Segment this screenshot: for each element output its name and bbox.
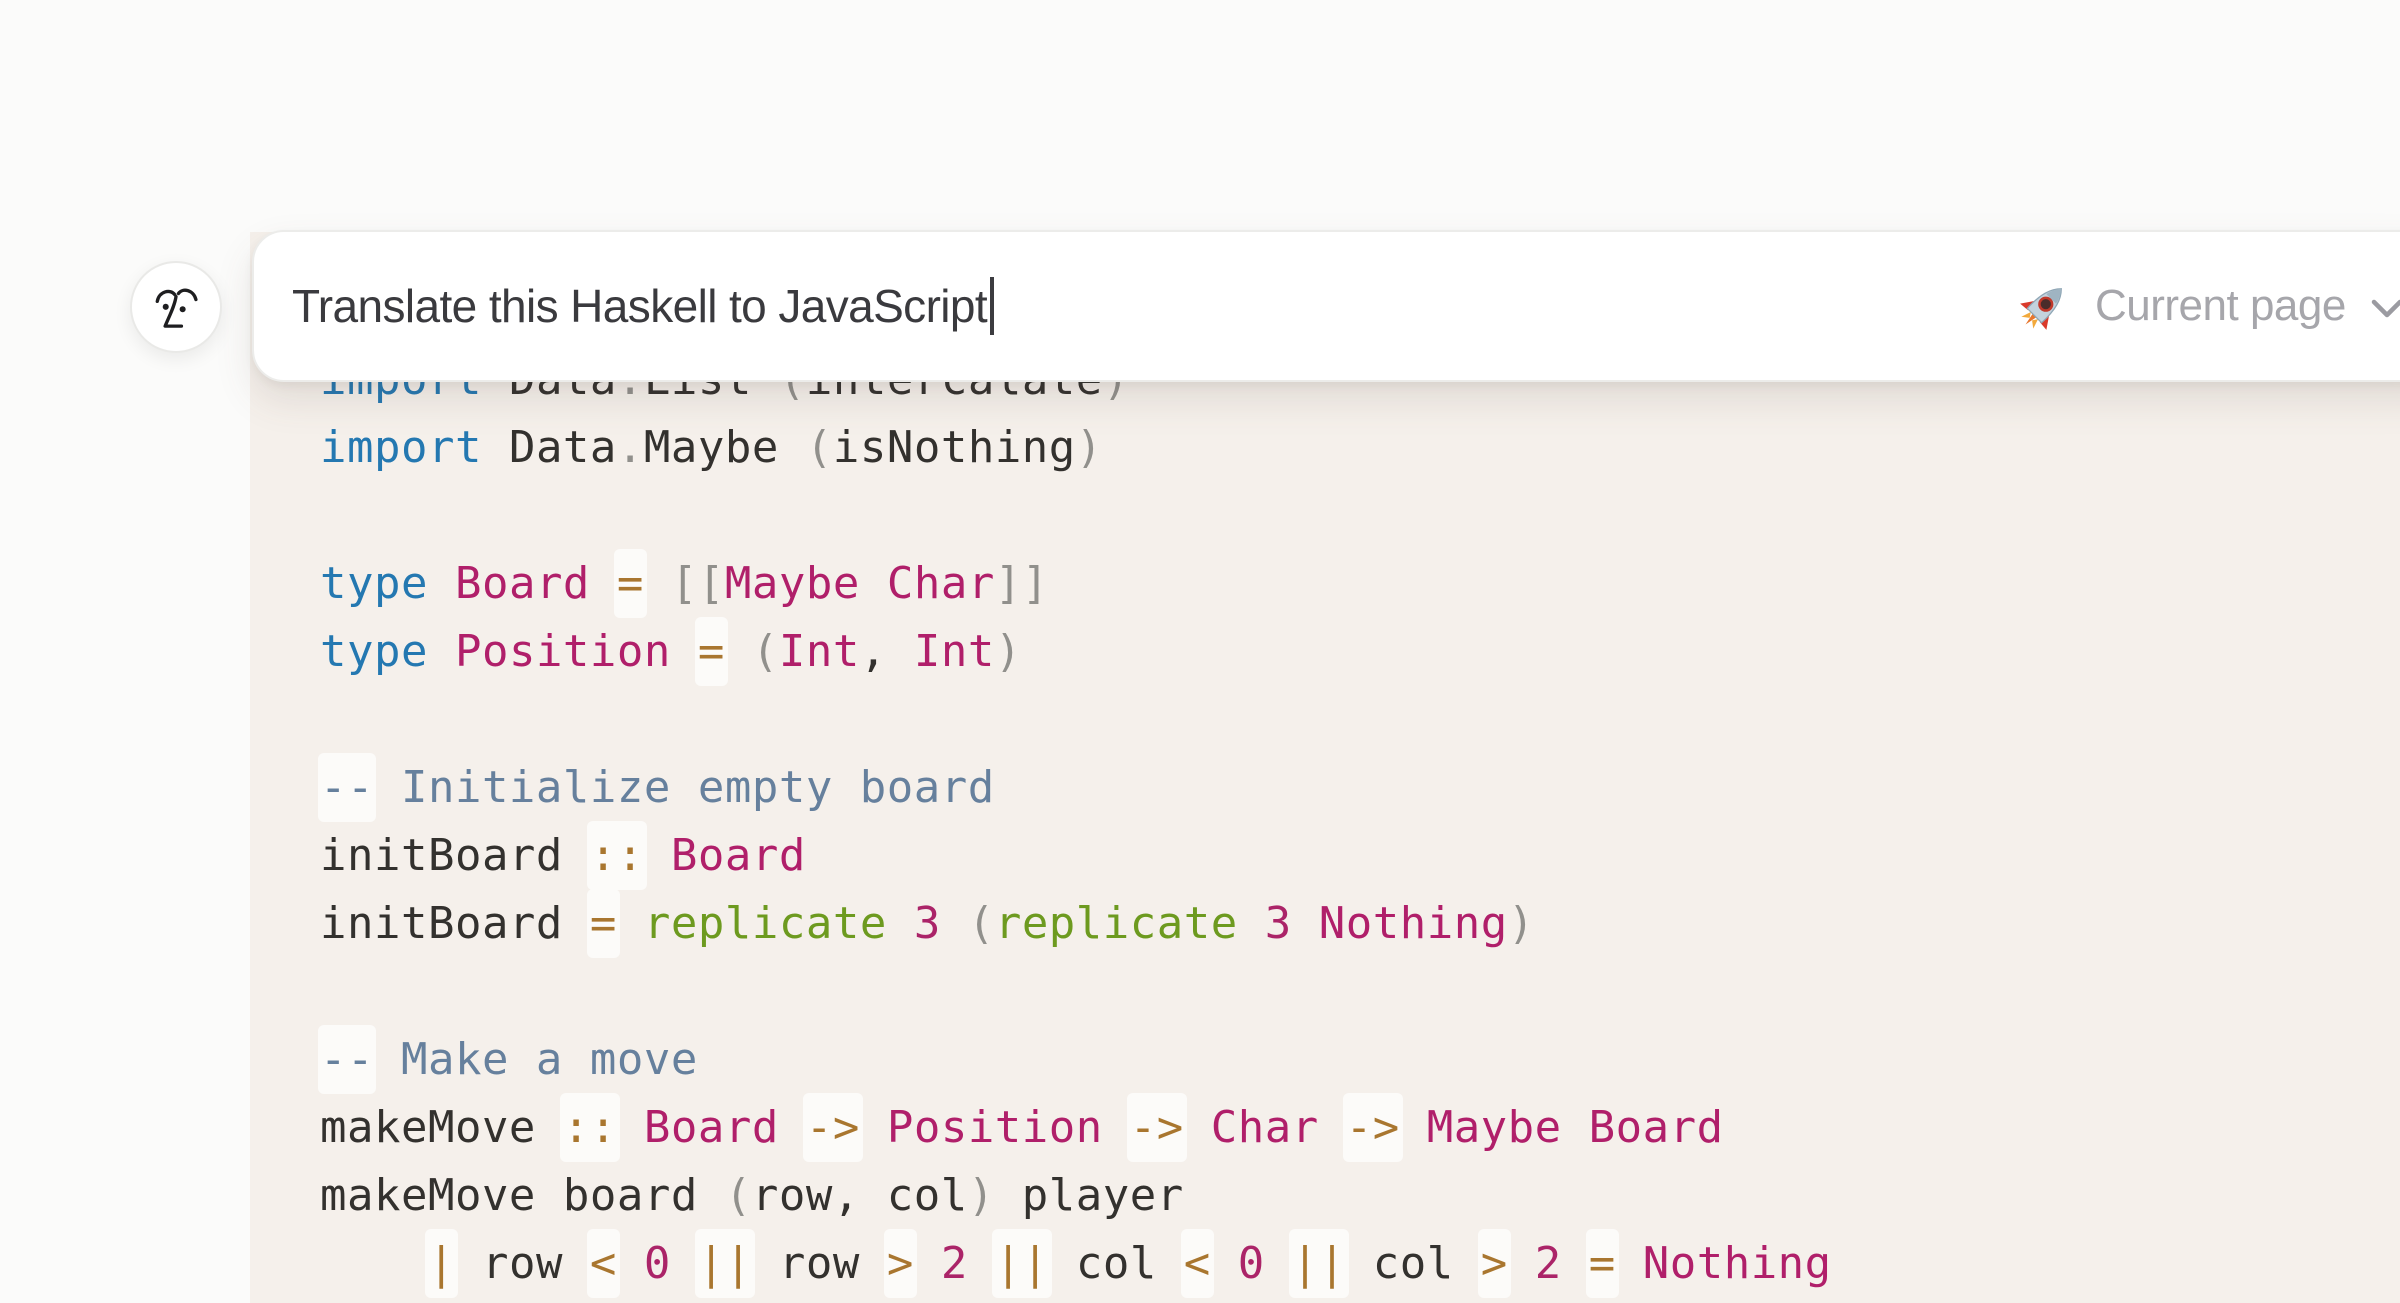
code-line: type Board = [[Maybe Char]]: [320, 550, 1832, 618]
code-line: -- Initialize empty board: [320, 754, 1832, 822]
prompt-text: Translate this Haskell to JavaScript: [292, 279, 987, 333]
screen: import Data.List (intercalate)import Dat…: [0, 0, 2400, 1303]
text-cursor: [990, 277, 994, 335]
rocket-icon: [2017, 279, 2071, 333]
scope-selector[interactable]: Current page: [2017, 232, 2400, 380]
code-line: import Data.Maybe (isNothing): [320, 414, 1832, 482]
chevron-down-icon: [2370, 292, 2400, 320]
code-line: -- Make a move: [320, 1026, 1832, 1094]
code-line: initBoard = replicate 3 (replicate 3 Not…: [320, 890, 1832, 958]
code-panel: import Data.List (intercalate)import Dat…: [250, 232, 2400, 1303]
code-line: makeMove :: Board -> Position -> Char ->…: [320, 1094, 1832, 1162]
code-line: makeMove board (row, col) player: [320, 1162, 1832, 1230]
code-line: type Position = (Int, Int): [320, 618, 1832, 686]
assistant-logo-button[interactable]: [130, 261, 222, 353]
code-line: [320, 686, 1832, 754]
code-line: | row < 0 || row > 2 || col < 0 || col >…: [320, 1230, 1832, 1298]
code-block: import Data.List (intercalate)import Dat…: [320, 346, 1832, 1298]
code-line: initBoard :: Board: [320, 822, 1832, 890]
doodle-face-icon: [147, 276, 205, 339]
assistant-input-bar: Translate this Haskell to JavaScript: [252, 230, 2400, 382]
scope-label: Current page: [2095, 281, 2346, 331]
code-line: [320, 958, 1832, 1026]
code-line: [320, 482, 1832, 550]
